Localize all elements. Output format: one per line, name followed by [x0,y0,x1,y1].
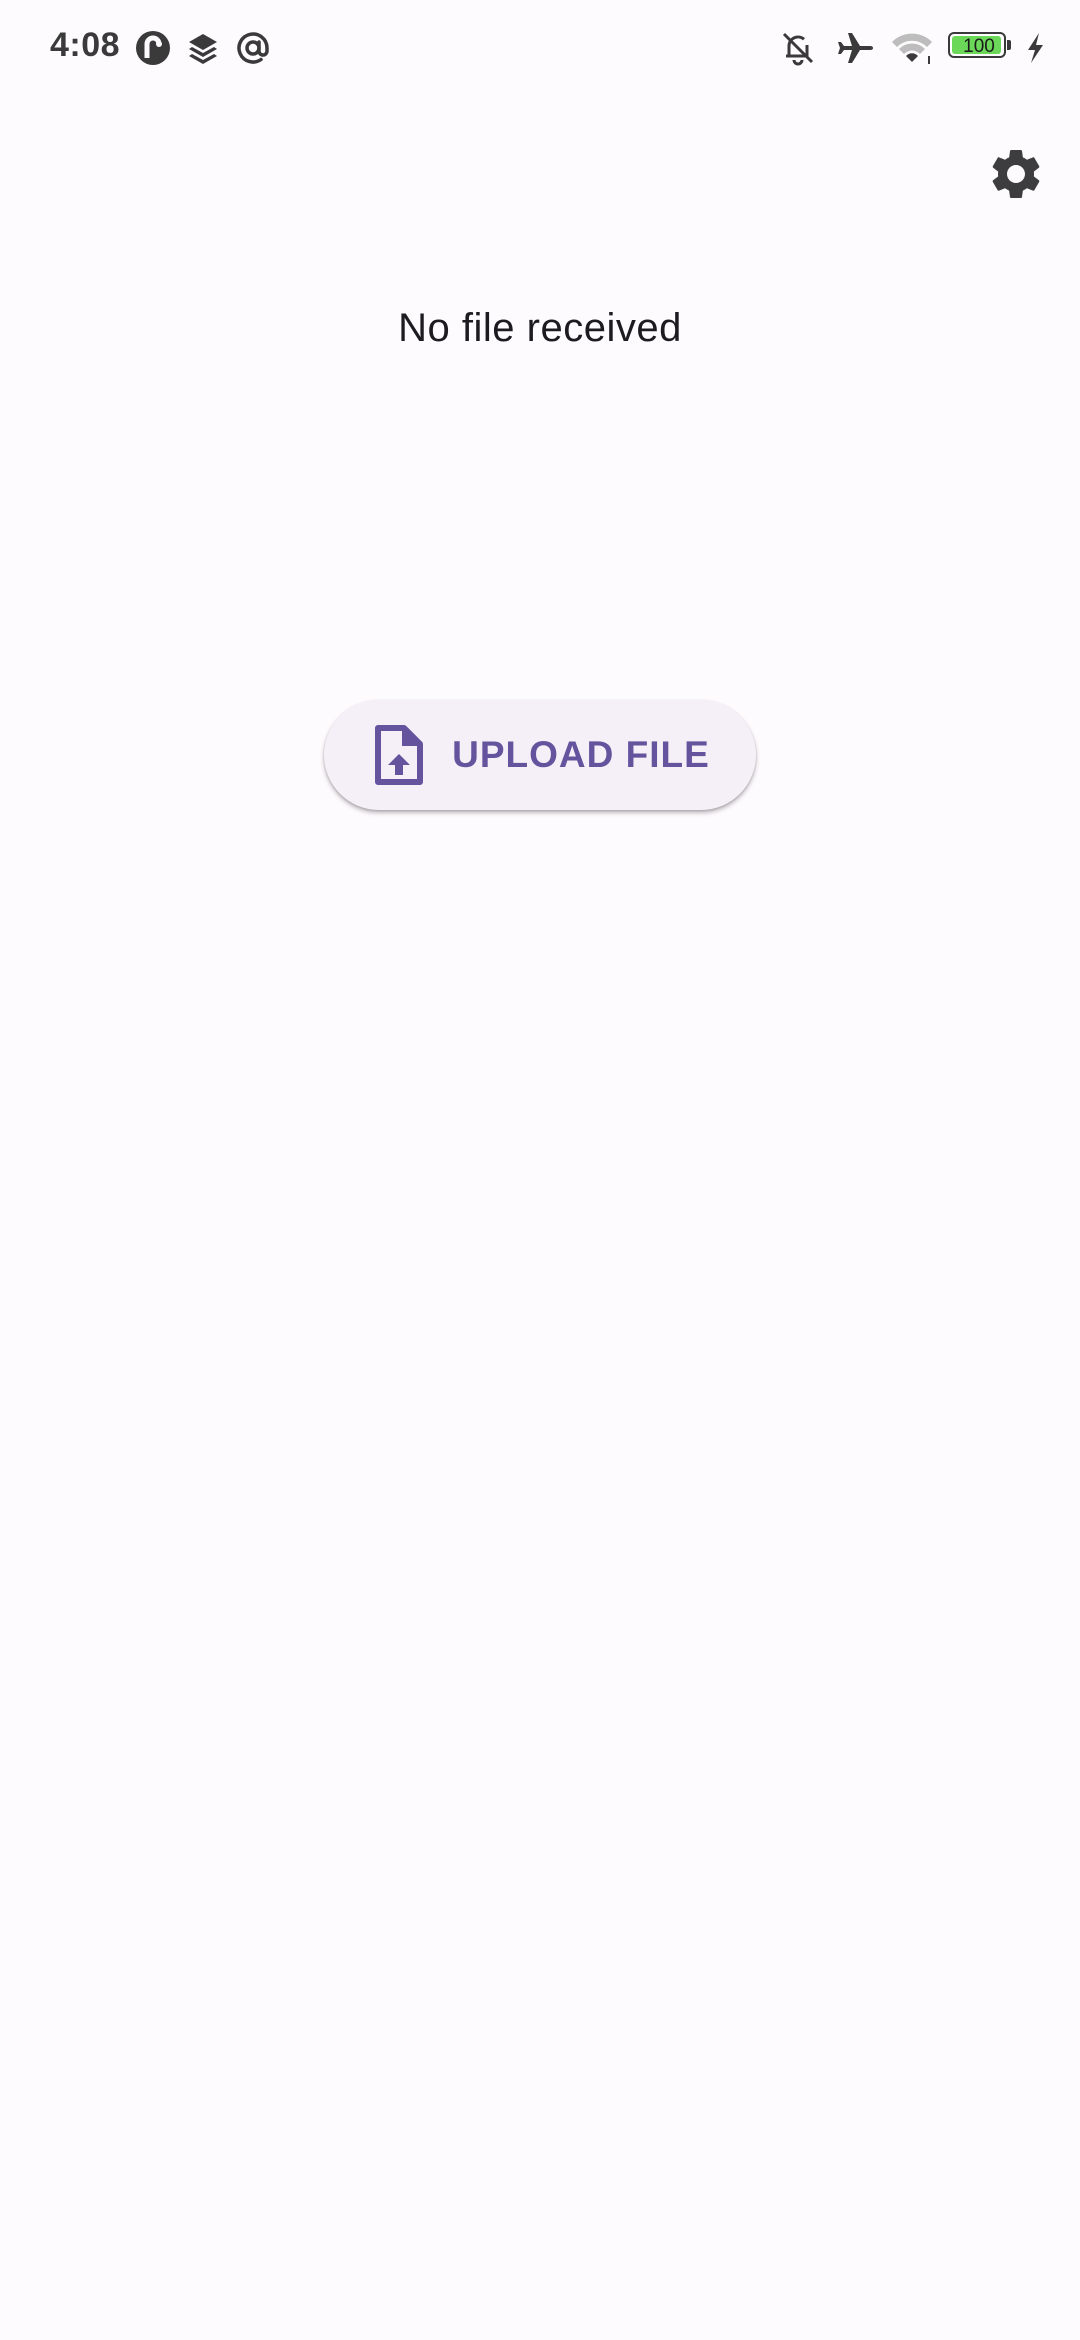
file-upload-icon [370,724,426,786]
battery-level: 100 [963,36,995,57]
charging-icon [1020,28,1050,68]
status-bar: 4:08 100 [0,0,1080,96]
battery-tip [1007,40,1011,50]
upload-file-button[interactable]: UPLOAD FILE [324,700,756,810]
no-file-message: No file received [398,306,682,350]
wifi-icon [890,28,932,68]
battery-body: 100 [948,32,1006,58]
bell-off-icon [778,28,818,68]
at-sign-icon [233,28,273,68]
status-time: 4:08 [50,26,121,64]
layers-icon [183,28,223,68]
pocket-casts-icon [133,28,173,68]
airplane-icon [836,28,876,68]
screen: 4:08 100 No file received UPLOAD FILE [0,0,1080,2340]
gear-icon [986,144,1046,204]
battery-icon: 100 [948,32,1012,62]
settings-button[interactable] [980,138,1052,210]
upload-file-label: UPLOAD FILE [452,734,710,775]
